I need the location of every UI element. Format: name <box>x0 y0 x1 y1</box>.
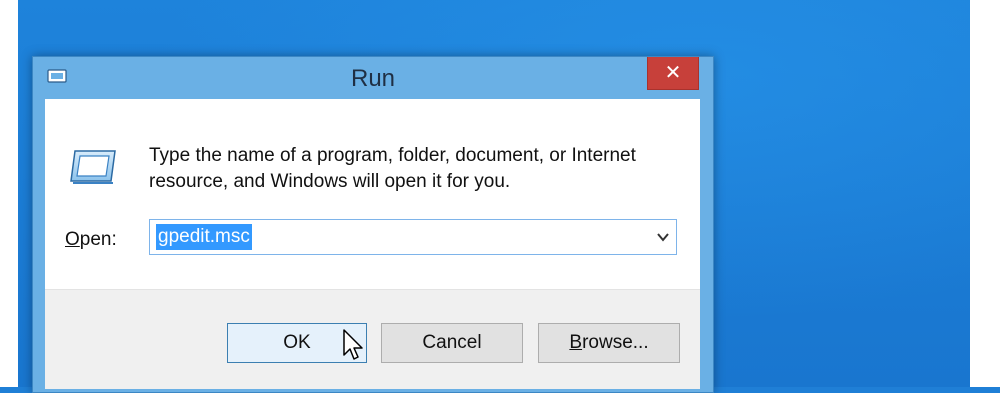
open-input[interactable]: gpedit.msc <box>156 224 252 250</box>
browse-accelerator: B <box>569 332 583 353</box>
dialog-body: Type the name of a program, folder, docu… <box>45 99 700 389</box>
mouse-pointer-icon <box>343 329 363 360</box>
window-title: Run <box>350 65 396 92</box>
open-label-accelerator: O <box>65 229 80 250</box>
open-label: Open: <box>65 229 117 251</box>
cancel-button[interactable]: Cancel <box>381 323 523 363</box>
title-bar[interactable]: Run ✕ <box>33 57 713 97</box>
run-dialog: Run ✕ Type the name of a program, folder… <box>32 56 714 393</box>
screen-right-edge <box>970 0 1000 387</box>
open-label-text: pen: <box>79 229 117 250</box>
close-icon: ✕ <box>664 60 682 84</box>
chevron-down-icon[interactable] <box>656 230 670 244</box>
open-combobox[interactable]: gpedit.msc <box>149 219 677 255</box>
browse-label: rowse... <box>582 332 649 353</box>
close-button[interactable]: ✕ <box>647 57 699 90</box>
screen-left-edge <box>0 0 18 387</box>
dialog-description: Type the name of a program, folder, docu… <box>149 145 636 192</box>
run-program-icon <box>70 150 116 184</box>
browse-button[interactable]: Browse... <box>538 323 680 363</box>
